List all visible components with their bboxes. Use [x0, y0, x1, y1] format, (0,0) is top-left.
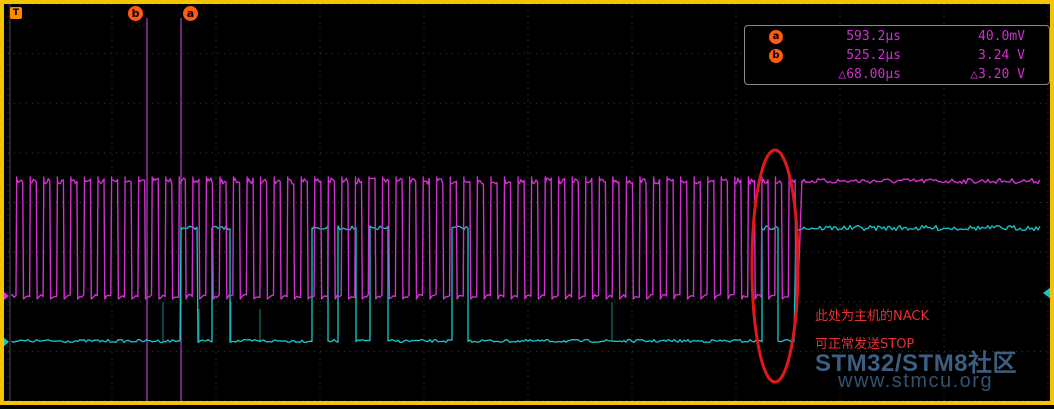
cursor-a-marker[interactable]: a	[183, 6, 198, 21]
cursor-b-marker[interactable]: b	[128, 6, 143, 21]
cursor-a-voltage: 40.0mV	[978, 29, 1025, 44]
trigger-position-icon[interactable]: T	[10, 7, 22, 19]
cursor-a-time: 593.2µs	[846, 29, 901, 44]
channel-2-ground-marker	[3, 337, 9, 347]
scl-waveform	[11, 176, 1041, 300]
delta-voltage: △3.20 V	[970, 67, 1025, 82]
trigger-level-icon[interactable]	[1043, 287, 1051, 299]
cursor-b-time: 525.2µs	[846, 48, 901, 63]
cursor-b-icon: b	[769, 49, 783, 63]
delta-time: △68.00µs	[838, 67, 901, 82]
cursor-a-icon: a	[769, 30, 783, 44]
sda-waveform	[11, 224, 1041, 344]
readout-row-cursor-b: b 525.2µs 3.24 V	[745, 47, 1049, 65]
annotation-nack-text: 此处为主机的NACK	[815, 309, 929, 324]
cursor-readout-panel: a 593.2µs 40.0mV b 525.2µs 3.24 V △68.00…	[744, 25, 1050, 85]
watermark-url: www.stmcu.org	[838, 370, 994, 392]
readout-row-delta: △68.00µs △3.20 V	[745, 66, 1049, 84]
channel-1-scl-trace	[11, 176, 1041, 300]
channel-1-ground-marker	[3, 291, 9, 301]
cursor-b-voltage: 3.24 V	[978, 48, 1025, 63]
readout-row-cursor-a: a 593.2µs 40.0mV	[745, 28, 1049, 46]
channel-2-sda-trace	[11, 224, 1041, 344]
